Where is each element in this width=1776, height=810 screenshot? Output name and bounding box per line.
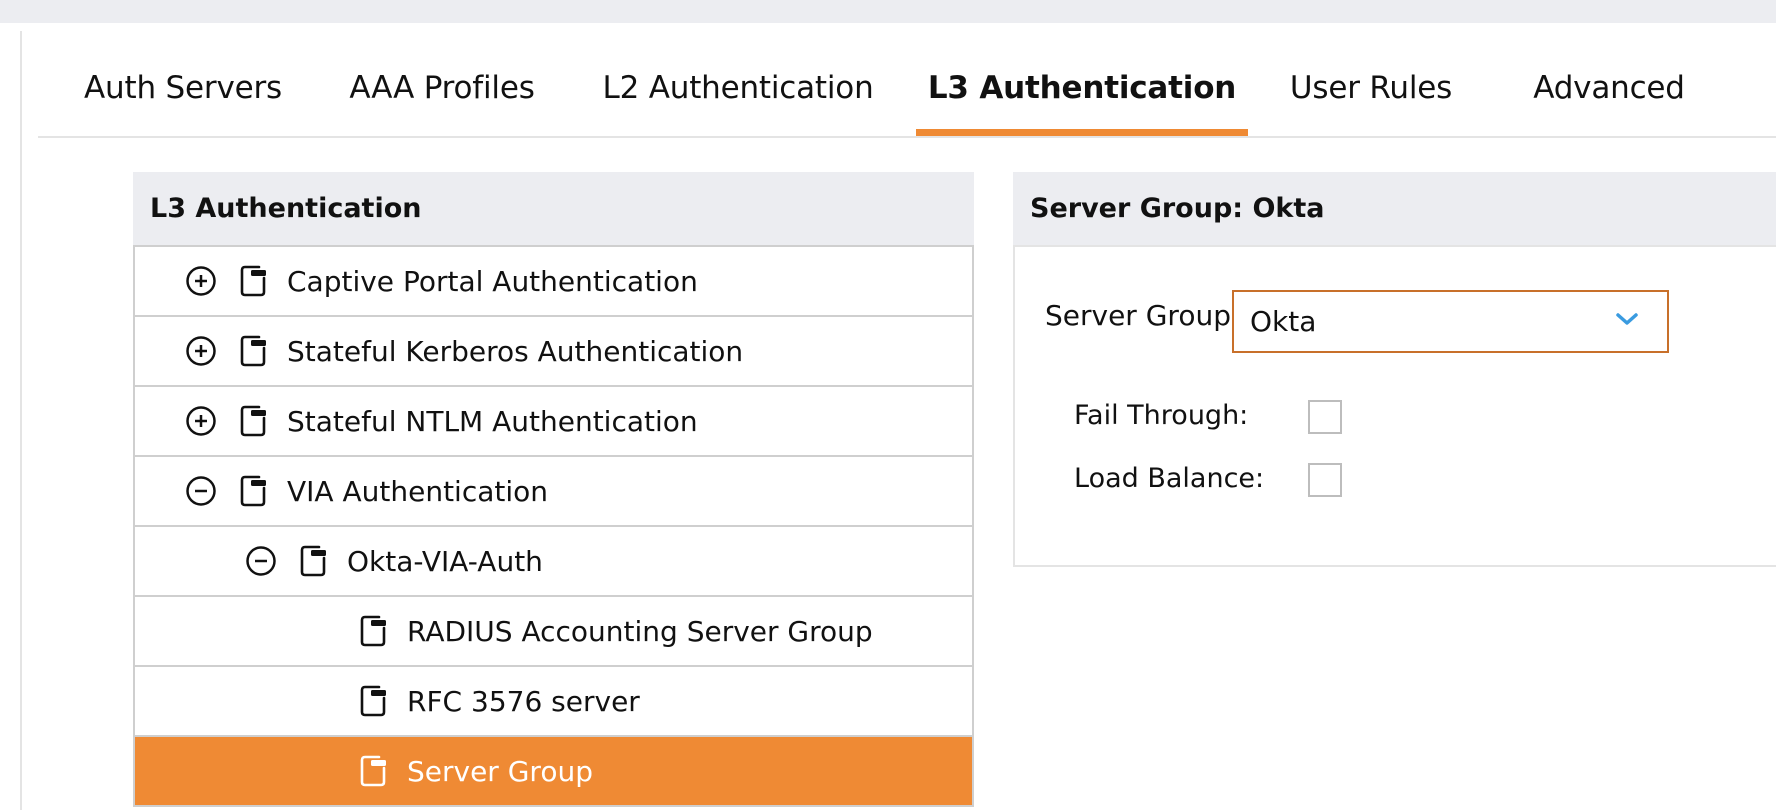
document-icon xyxy=(359,754,389,788)
fail-through-label: Fail Through: xyxy=(1074,400,1249,431)
tree-item[interactable]: Server Group xyxy=(135,737,972,807)
panel-title: L3 Authentication xyxy=(133,172,974,247)
document-icon xyxy=(299,544,329,578)
tree-item-label: Stateful NTLM Authentication xyxy=(287,404,698,438)
document-icon xyxy=(239,474,269,508)
fail-through-checkbox[interactable] xyxy=(1308,400,1342,434)
server-group-select[interactable]: Okta xyxy=(1232,290,1669,353)
tree-item-label: Okta-VIA-Auth xyxy=(347,544,543,578)
server-group-panel: Server Group: Okta Server Group: Okta Fa… xyxy=(1013,172,1776,567)
panel-title: Server Group: Okta xyxy=(1013,172,1776,247)
tree-item-label: VIA Authentication xyxy=(287,474,549,508)
document-icon xyxy=(359,614,389,648)
tree-item-label: Stateful Kerberos Authentication xyxy=(287,334,744,368)
tree-item-label: RADIUS Accounting Server Group xyxy=(407,614,873,648)
tree-item-label: Server Group xyxy=(407,754,593,788)
tab-l3-authentication[interactable]: L3 Authentication xyxy=(916,40,1248,136)
tab-auth-servers[interactable]: Auth Servers xyxy=(84,40,282,136)
document-icon xyxy=(239,404,269,438)
tree-item[interactable]: RADIUS Accounting Server Group xyxy=(135,597,972,667)
expand-icon[interactable] xyxy=(185,335,217,367)
expand-icon[interactable] xyxy=(185,405,217,437)
chevron-down-icon xyxy=(1616,313,1638,325)
tree-item-label: Captive Portal Authentication xyxy=(287,264,698,298)
load-balance-label: Load Balance: xyxy=(1074,463,1265,494)
collapse-icon[interactable] xyxy=(185,475,217,507)
tree-item[interactable]: Stateful NTLM Authentication xyxy=(135,387,972,457)
server-group-label: Server Group: xyxy=(1045,299,1241,332)
tree-item[interactable]: Captive Portal Authentication xyxy=(135,247,972,317)
load-balance-checkbox[interactable] xyxy=(1308,463,1342,497)
tab-aaa-profiles[interactable]: AAA Profiles xyxy=(349,40,535,136)
top-bar xyxy=(0,0,1776,23)
document-icon xyxy=(239,264,269,298)
server-group-form: Server Group: Okta Fail Through: Load Ba… xyxy=(1013,247,1776,567)
tab-advanced[interactable]: Advanced xyxy=(1516,40,1702,136)
tree: Captive Portal Authentication Stateful Ke… xyxy=(133,247,974,807)
server-group-value: Okta xyxy=(1250,305,1317,338)
collapse-icon[interactable] xyxy=(245,545,277,577)
expand-icon[interactable] xyxy=(185,265,217,297)
document-icon xyxy=(239,334,269,368)
l3-authentication-panel: L3 Authentication Captive Portal Authent… xyxy=(133,172,974,810)
tree-item-label: RFC 3576 server xyxy=(407,684,640,718)
left-divider xyxy=(20,31,22,810)
tree-item[interactable]: VIA Authentication xyxy=(135,457,972,527)
tab-user-rules[interactable]: User Rules xyxy=(1285,40,1457,136)
tab-l2-authentication[interactable]: L2 Authentication xyxy=(603,40,874,136)
tree-item[interactable]: Okta-VIA-Auth xyxy=(135,527,972,597)
document-icon xyxy=(359,684,389,718)
tree-item[interactable]: RFC 3576 server xyxy=(135,667,972,737)
tree-item[interactable]: Stateful Kerberos Authentication xyxy=(135,317,972,387)
tab-bar: Auth Servers AAA Profiles L2 Authenticat… xyxy=(38,40,1776,138)
